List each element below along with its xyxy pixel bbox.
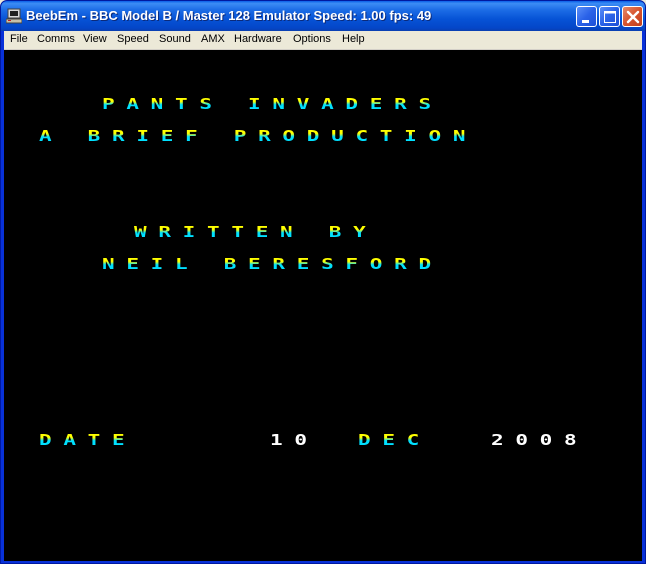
date-label: DATE	[39, 431, 137, 449]
menu-bar: File Comms View Speed Sound AMX Hardware…	[4, 31, 642, 50]
beebem-computer-icon[interactable]	[5, 8, 23, 24]
close-button[interactable]	[622, 6, 643, 27]
minimize-icon	[582, 20, 589, 23]
date-day: 10	[270, 431, 319, 449]
maximize-icon	[604, 11, 616, 23]
menu-view[interactable]: View	[83, 33, 107, 45]
game-title: PANTS INVADERS	[102, 95, 443, 113]
menu-speed[interactable]: Speed	[117, 33, 149, 45]
written-by-label: WRITTEN BY	[134, 223, 378, 241]
title-bar[interactable]: BeebEm - BBC Model B / Master 128 Emulat…	[1, 1, 645, 31]
menu-file[interactable]: File	[10, 33, 28, 45]
menu-options[interactable]: Options	[293, 33, 331, 45]
minimize-button[interactable]	[576, 6, 597, 27]
menu-sound[interactable]: Sound	[159, 33, 191, 45]
window-title: BeebEm - BBC Model B / Master 128 Emulat…	[26, 8, 432, 23]
emulator-screen[interactable]: PANTS INVADERS A BRIEF PRODUCTION WRITTE…	[4, 50, 642, 561]
maximize-button[interactable]	[599, 6, 620, 27]
emulator-window: BeebEm - BBC Model B / Master 128 Emulat…	[0, 0, 646, 564]
menu-comms[interactable]: Comms	[37, 33, 75, 45]
close-icon	[626, 10, 640, 24]
date-year: 2008	[491, 431, 589, 449]
date-month: DEC	[358, 431, 432, 449]
menu-amx[interactable]: AMX	[201, 33, 225, 45]
menu-help[interactable]: Help	[342, 33, 365, 45]
production-credit: A BRIEF PRODUCTION	[39, 127, 478, 145]
author-name: NEIL BERESFORD	[102, 255, 443, 273]
menu-hardware[interactable]: Hardware	[234, 33, 282, 45]
